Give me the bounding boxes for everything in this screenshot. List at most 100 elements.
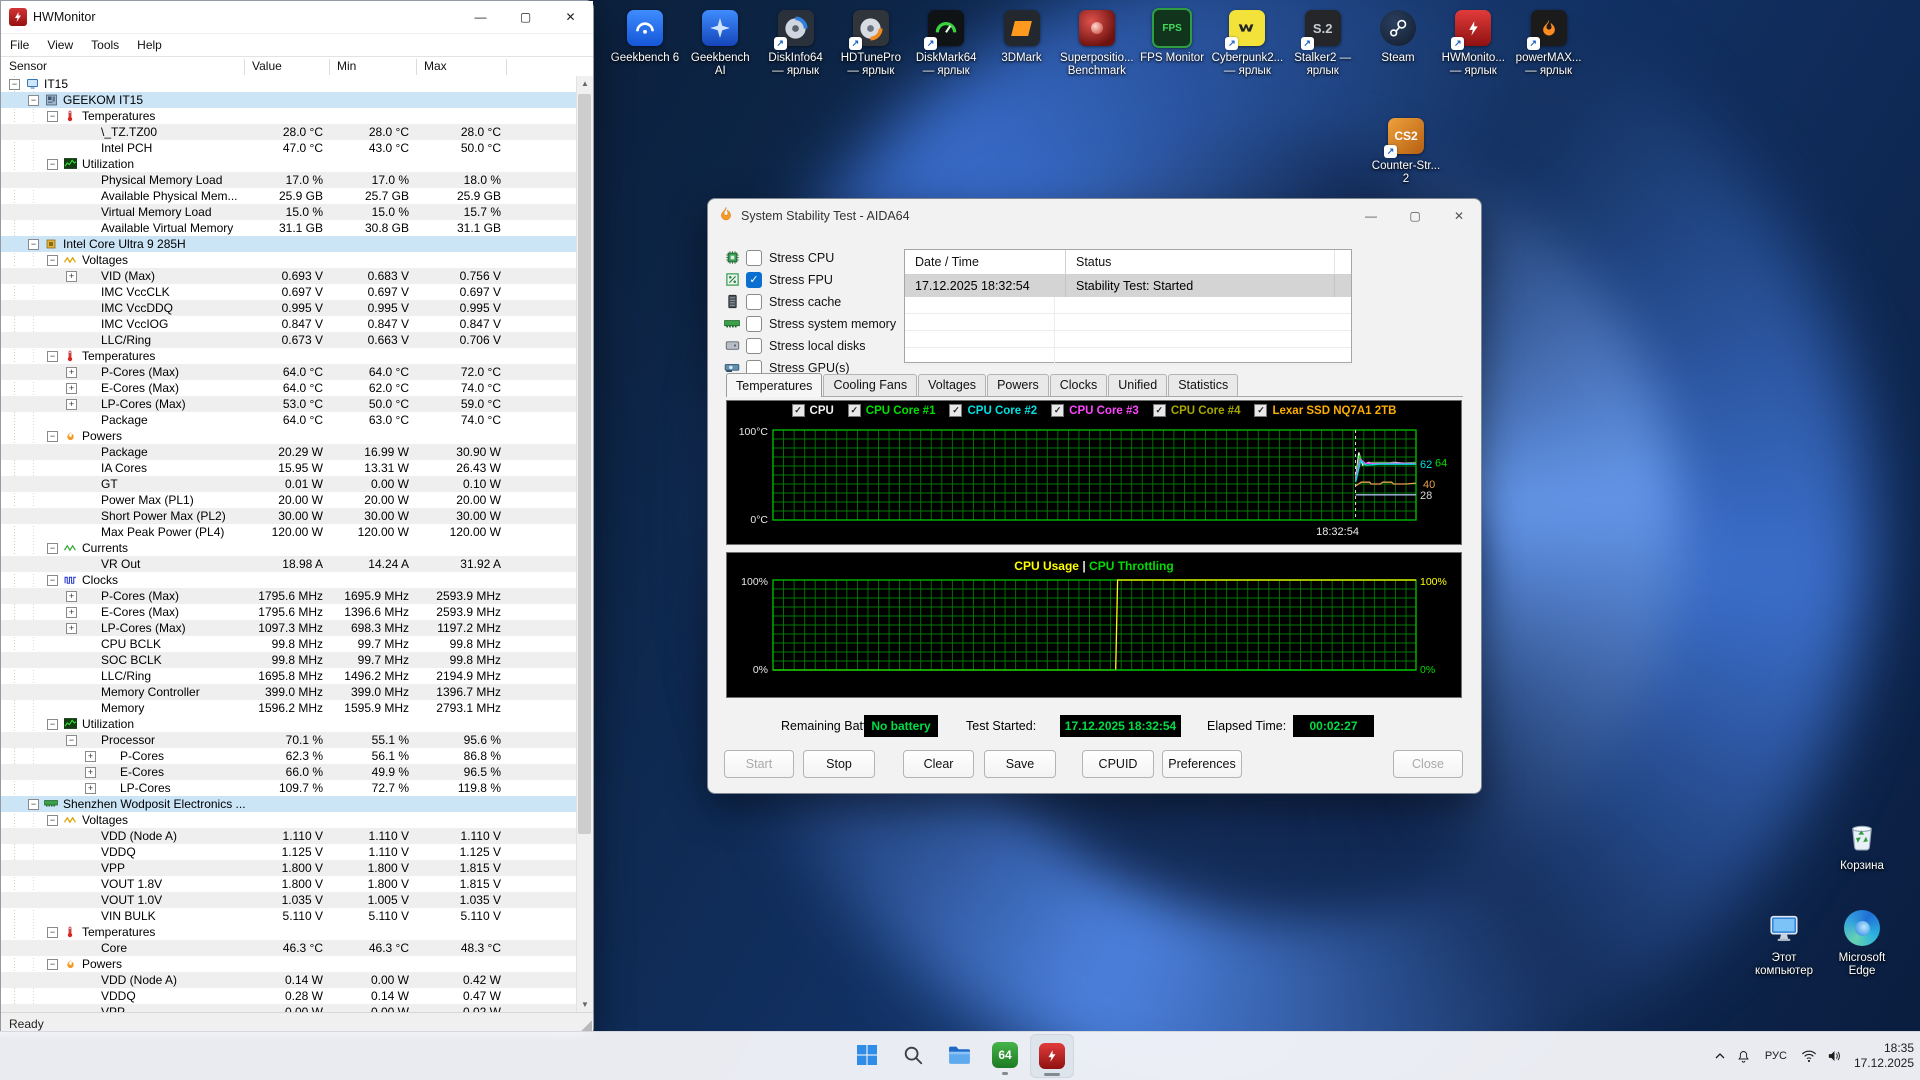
section-row[interactable]: − Currents <box>1 540 577 556</box>
hwmonitor-maximize-button[interactable]: ▢ <box>503 1 548 33</box>
tab-temperatures[interactable]: Temperatures <box>726 373 823 397</box>
sensor-row[interactable]: IMC VccDDQ 0.995 V 0.995 V 0.995 V <box>1 300 577 316</box>
hwmonitor-titlebar[interactable]: HWMonitor — ▢ ✕ <box>1 1 593 34</box>
legend-checkbox-checked[interactable]: ✓ <box>1152 404 1166 417</box>
tab-powers[interactable]: Powers <box>987 374 1049 396</box>
expand-icon[interactable]: + <box>85 751 96 762</box>
sensor-row[interactable]: VOUT 1.8V 1.800 V 1.800 V 1.815 V <box>1 876 577 892</box>
sensor-row[interactable]: Available Physical Mem... 25.9 GB 25.7 GB 2… <box>1 188 577 204</box>
sensor-row[interactable]: VOUT 1.0V 1.035 V 1.005 V 1.035 V <box>1 892 577 908</box>
sensor-row[interactable]: GT 0.01 W 0.00 W 0.10 W <box>1 476 577 492</box>
column-value[interactable]: Value <box>244 59 330 75</box>
aida64-minimize-button[interactable]: — <box>1349 199 1393 233</box>
sensor-row[interactable]: VR Out 18.98 A 14.24 A 31.92 A <box>1 556 577 572</box>
sensor-row[interactable]: LLC/Ring 1695.8 MHz 1496.2 MHz 2194.9 MHz <box>1 668 577 684</box>
sensor-row[interactable]: + E-Cores (Max) 1795.6 MHz 1396.6 MHz 2593.9… <box>1 604 577 620</box>
collapse-icon[interactable]: − <box>28 95 39 106</box>
sensor-row[interactable]: Memory Controller 399.0 MHz 399.0 MHz 1396.… <box>1 684 577 700</box>
menu-view[interactable]: View <box>38 38 82 52</box>
desktop-icon-counter-strike-2[interactable]: CS2 ↗ Counter-Str... 2 <box>1360 116 1452 186</box>
collapse-icon[interactable]: − <box>9 79 20 90</box>
sensor-row[interactable]: VDDQ 1.125 V 1.110 V 1.125 V <box>1 844 577 860</box>
log-table-header[interactable]: Date / Time Status <box>905 250 1351 275</box>
scroll-up-arrow[interactable]: ▲ <box>577 76 593 92</box>
section-row[interactable]: − Clocks <box>1 572 577 588</box>
collapse-icon[interactable]: − <box>47 159 58 170</box>
sensor-row[interactable]: VDD (Node A) 1.110 V 1.110 V 1.110 V <box>1 828 577 844</box>
section-row[interactable]: − Utilization <box>1 716 577 732</box>
sensor-row[interactable]: VIN BULK 5.110 V 5.110 V 5.110 V <box>1 908 577 924</box>
checkbox-unchecked[interactable] <box>746 293 762 310</box>
aida64-maximize-button[interactable]: ▢ <box>1393 199 1437 233</box>
sensor-row[interactable]: Core 46.3 °C 46.3 °C 48.3 °C <box>1 940 577 956</box>
expand-icon[interactable]: + <box>66 607 77 618</box>
aida64-close-button[interactable]: ✕ <box>1437 199 1481 233</box>
hwmonitor-minimize-button[interactable]: — <box>458 1 503 33</box>
taskbar-hwmonitor-button[interactable] <box>1030 1034 1074 1078</box>
menu-file[interactable]: File <box>1 38 38 52</box>
sensor-row[interactable]: Power Max (PL1) 20.00 W 20.00 W 20.00 W <box>1 492 577 508</box>
expand-icon[interactable]: + <box>85 783 96 794</box>
section-row[interactable]: − Voltages <box>1 252 577 268</box>
volume-icon[interactable] <box>1827 1049 1842 1063</box>
collapse-icon[interactable]: − <box>47 111 58 122</box>
scroll-down-arrow[interactable]: ▼ <box>577 997 593 1013</box>
legend-checkbox-checked[interactable]: ✓ <box>1051 404 1065 417</box>
expand-icon[interactable]: + <box>66 623 77 634</box>
sensor-row[interactable]: Short Power Max (PL2) 30.00 W 30.00 W 30.00… <box>1 508 577 524</box>
sensor-row[interactable]: Package 64.0 °C 63.0 °C 74.0 °C <box>1 412 577 428</box>
taskbar-aida64-button[interactable]: 64 <box>984 1034 1026 1076</box>
device-row[interactable]: − Intel Core Ultra 9 285H <box>1 236 577 252</box>
expand-icon[interactable]: + <box>66 399 77 410</box>
scrollbar-thumb[interactable] <box>578 94 591 834</box>
language-indicator[interactable]: РУС <box>1761 1048 1791 1064</box>
collapse-icon[interactable]: − <box>28 799 39 810</box>
menu-help[interactable]: Help <box>128 38 171 52</box>
sensor-row[interactable]: Available Virtual Memory 31.1 GB 30.8 GB 31… <box>1 220 577 236</box>
sensor-row[interactable]: Package 20.29 W 16.99 W 30.90 W <box>1 444 577 460</box>
sensor-row[interactable]: SOC BCLK 99.8 MHz 99.7 MHz 99.8 MHz <box>1 652 577 668</box>
checkbox-unchecked[interactable] <box>746 315 762 332</box>
column-date-time[interactable]: Date / Time <box>905 250 1066 274</box>
collapse-icon[interactable]: − <box>47 543 58 554</box>
preferences-button[interactable]: Preferences <box>1162 750 1242 778</box>
wifi-icon[interactable] <box>1801 1049 1817 1063</box>
sensor-row[interactable]: − Processor 70.1 % 55.1 % 95.6 % <box>1 732 577 748</box>
sensor-row[interactable]: + P-Cores 62.3 % 56.1 % 86.8 % <box>1 748 577 764</box>
collapse-icon[interactable]: − <box>47 959 58 970</box>
sensor-row[interactable]: LLC/Ring 0.673 V 0.663 V 0.706 V <box>1 332 577 348</box>
checkbox-unchecked[interactable] <box>746 337 762 354</box>
sensor-row[interactable]: + LP-Cores 109.7 % 72.7 % 119.8 % <box>1 780 577 796</box>
legend-checkbox-checked[interactable]: ✓ <box>791 404 805 417</box>
hwmonitor-column-header[interactable]: Sensor Value Min Max <box>1 57 593 78</box>
sensor-row[interactable]: Memory 1596.2 MHz 1595.9 MHz 2793.1 MHz <box>1 700 577 716</box>
sensor-row[interactable]: VDDQ 0.28 W 0.14 W 0.47 W <box>1 988 577 1004</box>
tray-chevron-up-icon[interactable] <box>1714 1050 1726 1062</box>
column-sensor[interactable]: Sensor <box>1 59 245 75</box>
collapse-icon[interactable]: − <box>66 735 77 746</box>
collapse-icon[interactable]: − <box>47 815 58 826</box>
device-row[interactable]: − IT15 <box>1 76 577 92</box>
sensor-row[interactable]: Max Peak Power (PL4) 120.00 W 120.00 W 120.… <box>1 524 577 540</box>
sensor-row[interactable]: IMC VccCLK 0.697 V 0.697 V 0.697 V <box>1 284 577 300</box>
device-row[interactable]: − Shenzhen Wodposit Electronics ... <box>1 796 577 812</box>
sensor-row[interactable]: + E-Cores (Max) 64.0 °C 62.0 °C 74.0 °C <box>1 380 577 396</box>
sensor-row[interactable]: \_TZ.TZ00 28.0 °C 28.0 °C 28.0 °C <box>1 124 577 140</box>
desktop-icon-powermax[interactable]: ↗ powerMAX... — ярлык <box>1503 8 1595 78</box>
hwmonitor-vertical-scrollbar[interactable]: ▲ ▼ <box>576 76 593 1013</box>
checkbox-checked[interactable]: ✓ <box>746 271 762 288</box>
taskbar-clock[interactable]: 18:35 17.12.2025 <box>1854 1041 1914 1071</box>
sensor-row[interactable]: VPP 1.800 V 1.800 V 1.815 V <box>1 860 577 876</box>
sensor-row[interactable]: IA Cores 15.95 W 13.31 W 26.43 W <box>1 460 577 476</box>
column-min[interactable]: Min <box>329 59 417 75</box>
desktop-icon-edge[interactable]: Microsoft Edge <box>1816 908 1908 978</box>
collapse-icon[interactable]: − <box>47 719 58 730</box>
tab-voltages[interactable]: Voltages <box>918 374 987 396</box>
sensor-row[interactable]: + P-Cores (Max) 64.0 °C 64.0 °C 72.0 °C <box>1 364 577 380</box>
section-row[interactable]: − Temperatures <box>1 108 577 124</box>
collapse-icon[interactable]: − <box>47 431 58 442</box>
sensor-row[interactable]: + E-Cores 66.0 % 49.9 % 96.5 % <box>1 764 577 780</box>
taskbar-explorer-button[interactable] <box>938 1034 980 1076</box>
tab-cooling-fans[interactable]: Cooling Fans <box>823 374 918 396</box>
sensor-row[interactable]: + LP-Cores (Max) 53.0 °C 50.0 °C 59.0 °C <box>1 396 577 412</box>
